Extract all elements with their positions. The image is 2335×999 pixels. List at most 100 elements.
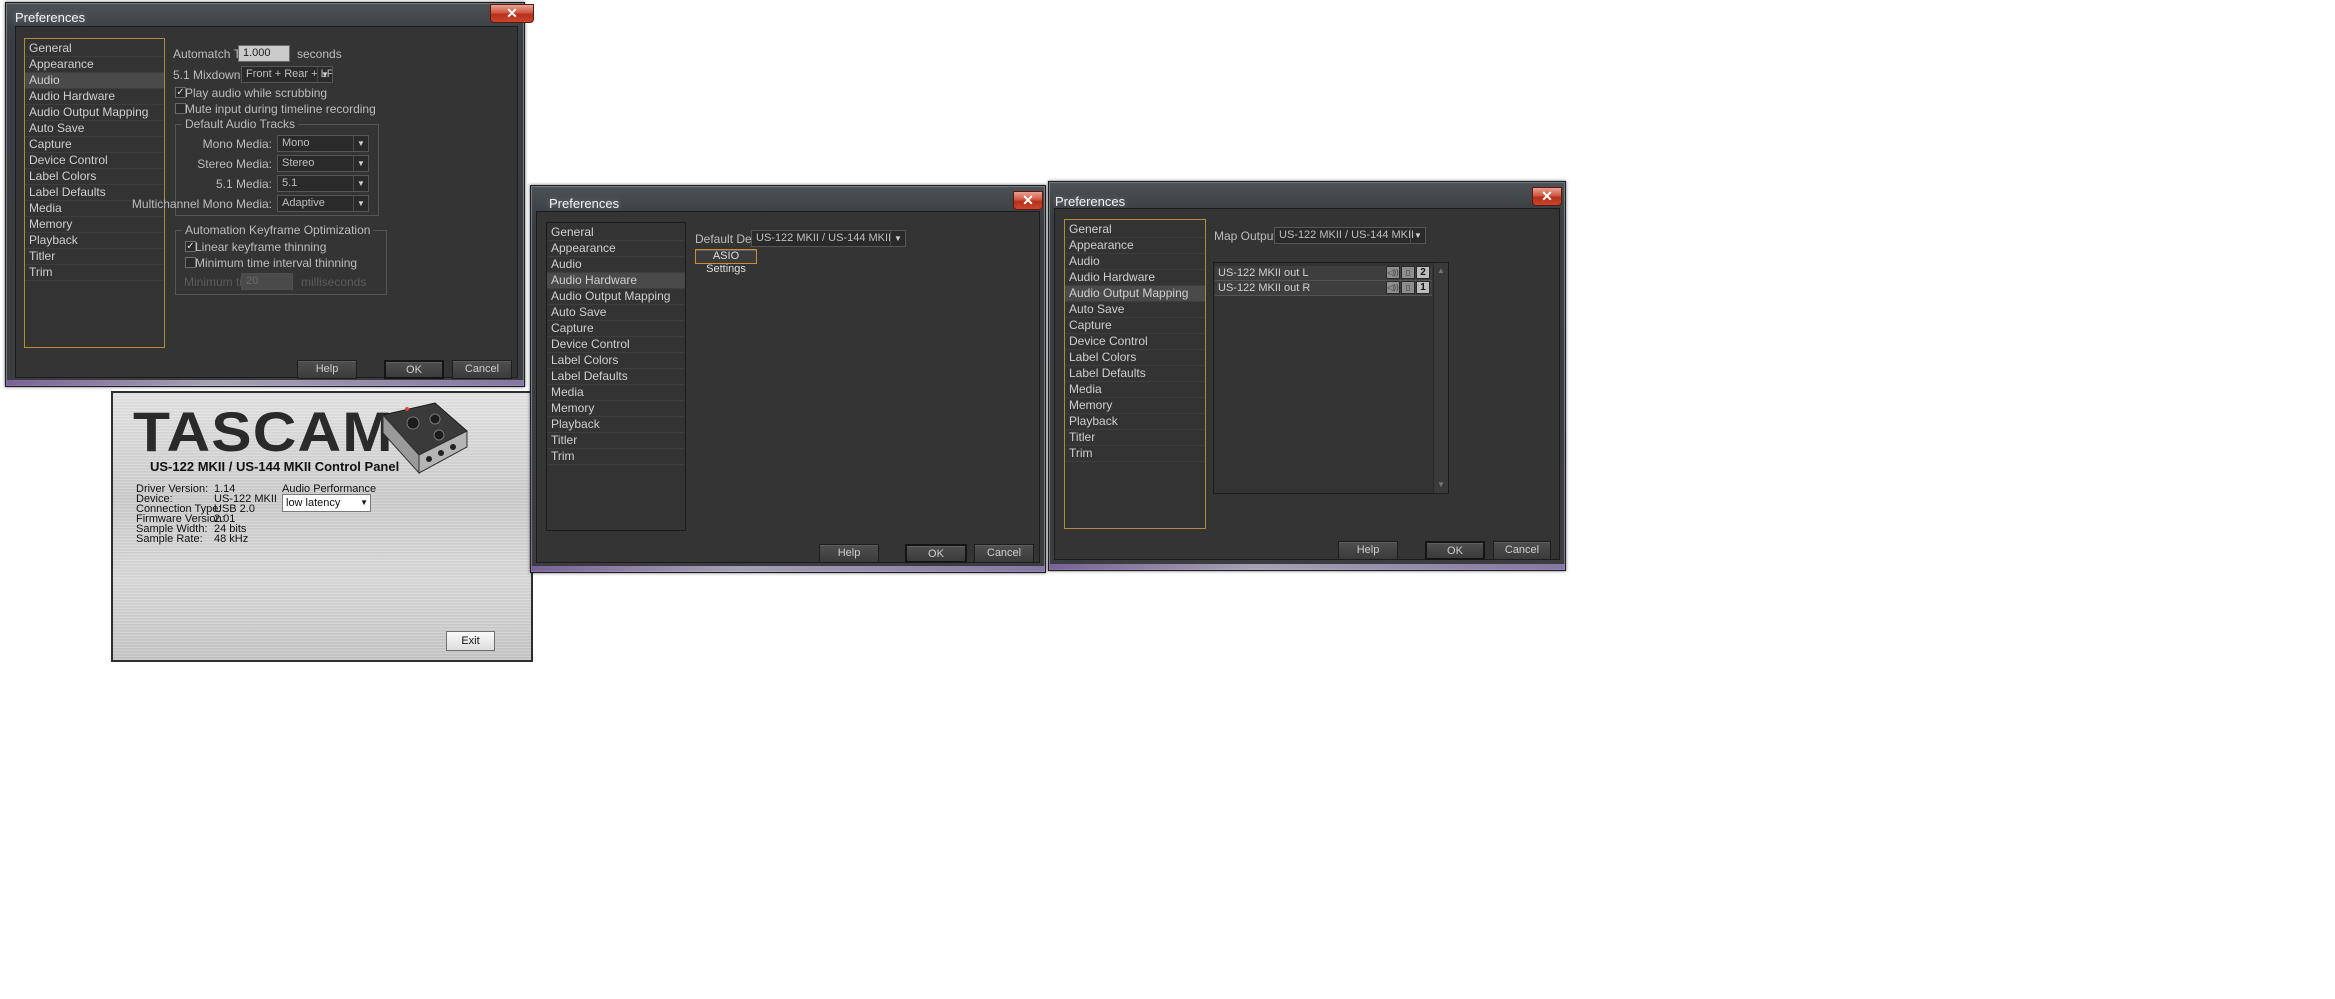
channel-icon[interactable]: ▯ [1401,281,1415,294]
audio-performance-select[interactable]: low latency ▼ [282,494,371,512]
audio-performance-value: low latency [286,497,341,509]
category-capture[interactable]: Capture [547,321,685,337]
category-label-colors[interactable]: Label Colors [25,169,164,185]
play-scrub-label: Play audio while scrubbing [185,86,328,100]
mute-input-label: Mute input during timeline recording [185,102,376,116]
channel-number[interactable]: 1 [1416,281,1430,294]
min-time-input[interactable]: 20 [241,273,293,290]
close-button[interactable]: ✕ [1532,187,1562,206]
ok-button[interactable]: OK [905,544,967,563]
tascam-logo: TASCAM [133,400,394,463]
cancel-button[interactable]: Cancel [974,544,1034,563]
multichannel-select[interactable]: Adaptive ▼ [277,195,369,212]
category-trim[interactable]: Trim [547,449,685,465]
category-label-colors[interactable]: Label Colors [547,353,685,369]
ok-button[interactable]: OK [1425,541,1485,560]
category-titler[interactable]: Titler [25,249,164,265]
category-appearance[interactable]: Appearance [1065,238,1205,254]
min-time-unit: milliseconds [301,275,367,289]
category-audio[interactable]: Audio [25,73,164,89]
cancel-button[interactable]: Cancel [452,360,512,379]
multichannel-label: Multichannel Mono Media: [131,197,272,211]
category-titler[interactable]: Titler [1065,430,1205,446]
scroll-down-icon[interactable]: ▼ [1434,479,1448,491]
category-titler[interactable]: Titler [547,433,685,449]
category-memory[interactable]: Memory [1065,398,1205,414]
output-row-left[interactable]: US-122 MKII out L ◁)) ▯ 2 [1215,266,1432,281]
category-device-control[interactable]: Device Control [547,337,685,353]
dropdown-arrow-icon: ▼ [353,156,368,171]
cancel-button[interactable]: Cancel [1493,541,1551,560]
mono-media-label: Mono Media: [202,137,272,151]
category-device-control[interactable]: Device Control [25,153,164,169]
channel-number[interactable]: 2 [1416,266,1430,279]
category-audio-hardware[interactable]: Audio Hardware [1065,270,1205,286]
category-playback[interactable]: Playback [1065,414,1205,430]
category-trim[interactable]: Trim [25,265,164,281]
category-audio[interactable]: Audio [547,257,685,273]
multichannel-value: Adaptive [282,197,325,209]
category-memory[interactable]: Memory [25,217,164,233]
scroll-up-icon[interactable]: ▲ [1434,265,1448,277]
five1-media-select[interactable]: 5.1 ▼ [277,175,369,192]
output-row-right[interactable]: US-122 MKII out R ◁)) ▯ 1 [1215,281,1432,296]
help-button[interactable]: Help [819,544,879,563]
automatch-time-input[interactable]: 1.000 [238,45,290,62]
category-memory[interactable]: Memory [547,401,685,417]
scrollbar[interactable]: ▲ ▼ [1433,263,1448,493]
category-audio-hardware[interactable]: Audio Hardware [25,89,164,105]
help-button[interactable]: Help [297,360,357,379]
close-icon: ✕ [506,5,518,21]
ok-button[interactable]: OK [384,360,444,379]
category-appearance[interactable]: Appearance [547,241,685,257]
five1-media-label: 5.1 Media: [215,177,272,191]
category-capture[interactable]: Capture [25,137,164,153]
asio-settings-button[interactable]: ASIO Settings [695,249,757,275]
map-output-value: US-122 MKII / US-144 MKII [1279,229,1415,241]
automatch-unit: seconds [297,47,342,61]
category-label-colors[interactable]: Label Colors [1065,350,1205,366]
category-auto-save[interactable]: Auto Save [25,121,164,137]
category-audio-output-mapping[interactable]: Audio Output Mapping [547,289,685,305]
category-label-defaults[interactable]: Label Defaults [547,369,685,385]
close-button[interactable]: ✕ [1013,191,1043,210]
keyframe-optimization-group: Automation Keyframe Optimization ✓ Linea… [175,223,387,295]
exit-button[interactable]: Exit [446,631,495,651]
category-auto-save[interactable]: Auto Save [547,305,685,321]
category-device-control[interactable]: Device Control [1065,334,1205,350]
mono-media-select[interactable]: Mono ▼ [277,135,369,152]
output-name: US-122 MKII out L [1218,267,1309,279]
category-label-defaults[interactable]: Label Defaults [1065,366,1205,382]
preferences-window-audio-hardware: Preferences ✕ General Appearance Audio A… [530,185,1046,573]
close-button[interactable]: ✕ [490,4,534,23]
category-media[interactable]: Media [547,385,685,401]
stereo-media-select[interactable]: Stereo ▼ [277,155,369,172]
category-list: General Appearance Audio Audio Hardware … [24,38,165,348]
category-appearance[interactable]: Appearance [25,57,164,73]
category-general[interactable]: General [25,41,164,57]
category-audio[interactable]: Audio [1065,254,1205,270]
category-audio-hardware[interactable]: Audio Hardware [547,273,685,289]
default-device-value: US-122 MKII / US-144 MKII [756,232,892,244]
output-mapping-panel: US-122 MKII out L ◁)) ▯ 2 US-122 MKII ou… [1213,262,1449,494]
channel-icon[interactable]: ▯ [1401,266,1415,279]
map-output-select[interactable]: US-122 MKII / US-144 MKII ▼ [1274,227,1426,244]
category-general[interactable]: General [1065,222,1205,238]
help-button[interactable]: Help [1338,541,1398,560]
category-playback[interactable]: Playback [25,233,164,249]
category-general[interactable]: General [547,225,685,241]
category-trim[interactable]: Trim [1065,446,1205,462]
category-playback[interactable]: Playback [547,417,685,433]
close-icon: ✕ [1541,188,1553,204]
window-title: Preferences [15,10,86,25]
speaker-icon[interactable]: ◁)) [1386,281,1400,294]
category-capture[interactable]: Capture [1065,318,1205,334]
device-image [382,402,468,475]
category-audio-output-mapping[interactable]: Audio Output Mapping [1065,286,1205,302]
category-auto-save[interactable]: Auto Save [1065,302,1205,318]
category-audio-output-mapping[interactable]: Audio Output Mapping [25,105,164,121]
mixdown-type-select[interactable]: Front + Rear + LFE ▼ [241,66,333,83]
category-media[interactable]: Media [1065,382,1205,398]
default-device-select[interactable]: US-122 MKII / US-144 MKII ▼ [751,230,906,247]
speaker-icon[interactable]: ◁)) [1386,266,1400,279]
